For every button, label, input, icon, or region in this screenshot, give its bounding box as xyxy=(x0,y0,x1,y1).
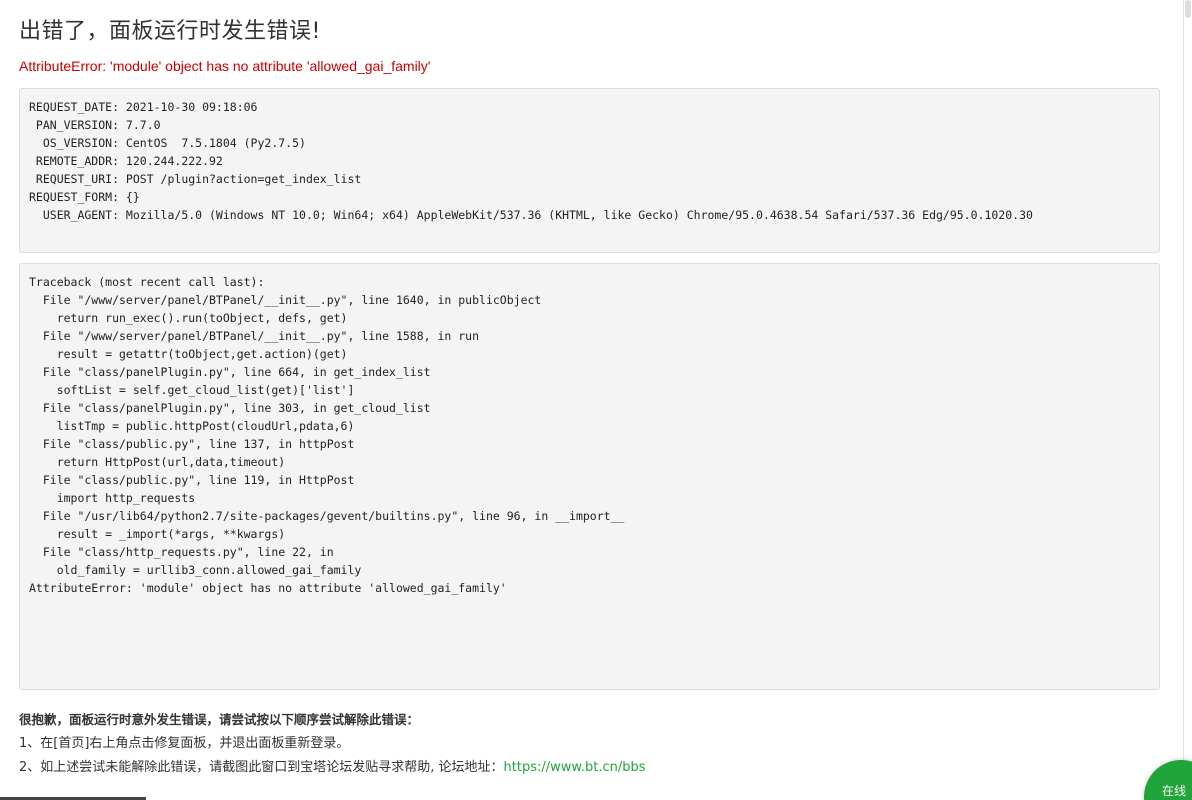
request-info-line: REMOTE_ADDR: 120.244.222.92 xyxy=(29,154,223,168)
traceback-line: return HttpPost(url,data,timeout) xyxy=(29,455,286,469)
help-step-2: 2、如上述尝试未能解除此错误，请截图此窗口到宝塔论坛发贴寻求帮助, 论坛地址：h… xyxy=(19,756,646,780)
request-info-box: REQUEST_DATE: 2021-10-30 09:18:06 PAN_VE… xyxy=(19,88,1160,253)
request-info-line: REQUEST_URI: POST /plugin?action=get_ind… xyxy=(29,172,362,186)
traceback-line: File "class/panelPlugin.py", line 664, i… xyxy=(29,365,431,379)
request-info-line: USER_AGENT: Mozilla/5.0 (Windows NT 10.0… xyxy=(29,208,1033,222)
help-step-1: 1、在[首页]右上角点击修复面板，并退出面板重新登录。 xyxy=(19,736,350,751)
online-label[interactable]: 在线 xyxy=(1162,784,1186,798)
traceback-line: result = _import(*args, **kwargs) xyxy=(29,527,286,541)
error-page: 出错了，面板运行时发生错误! AttributeError: 'module' … xyxy=(0,0,1192,800)
traceback-line: return run_exec().run(toObject, defs, ge… xyxy=(29,311,348,325)
traceback-line: Traceback (most recent call last): xyxy=(29,275,265,289)
traceback-line: old_family = urllib3_conn.allowed_gai_fa… xyxy=(29,563,362,577)
traceback-line: File "/www/server/panel/BTPanel/__init__… xyxy=(29,293,542,307)
scrollbar-thumb[interactable] xyxy=(1185,0,1191,18)
traceback-line: listTmp = public.httpPost(cloudUrl,pdata… xyxy=(29,419,355,433)
error-message: AttributeError: 'module' object has no a… xyxy=(19,58,431,74)
request-info-line: PAN_VERSION: 7.7.0 xyxy=(29,118,161,132)
traceback-line: import http_requests xyxy=(29,491,196,505)
traceback-box: Traceback (most recent call last): File … xyxy=(19,263,1160,690)
request-info-line: REQUEST_DATE: 2021-10-30 09:18:06 xyxy=(29,100,258,114)
request-info-line: REQUEST_FORM: {} xyxy=(29,190,140,204)
traceback-line: File "class/http_requests.py", line 22, … xyxy=(29,545,334,559)
traceback-line: File "/usr/lib64/python2.7/site-packages… xyxy=(29,509,625,523)
page-title: 出错了，面板运行时发生错误! xyxy=(19,19,321,44)
traceback-line: AttributeError: 'module' object has no a… xyxy=(29,581,507,595)
traceback-line: File "class/public.py", line 137, in htt… xyxy=(29,437,355,451)
traceback-line: File "class/public.py", line 119, in Htt… xyxy=(29,473,355,487)
request-info-line: OS_VERSION: CentOS 7.5.1804 (Py2.7.5) xyxy=(29,136,306,150)
forum-link[interactable]: https://www.bt.cn/bbs xyxy=(504,760,646,775)
vertical-scrollbar[interactable] xyxy=(1183,0,1192,800)
help-section: 很抱歉，面板运行时意外发生错误，请尝试按以下顺序尝试解除此错误： 1、在[首页]… xyxy=(19,708,646,780)
traceback-line: File "class/panelPlugin.py", line 303, i… xyxy=(29,401,431,415)
help-step-2-text: 2、如上述尝试未能解除此错误，请截图此窗口到宝塔论坛发贴寻求帮助, 论坛地址： xyxy=(19,760,504,775)
help-heading: 很抱歉，面板运行时意外发生错误，请尝试按以下顺序尝试解除此错误： xyxy=(19,712,420,727)
traceback-line: softList = self.get_cloud_list(get)['lis… xyxy=(29,383,355,397)
traceback-line: File "/www/server/panel/BTPanel/__init__… xyxy=(29,329,480,343)
traceback-line: result = getattr(toObject,get.action)(ge… xyxy=(29,347,348,361)
